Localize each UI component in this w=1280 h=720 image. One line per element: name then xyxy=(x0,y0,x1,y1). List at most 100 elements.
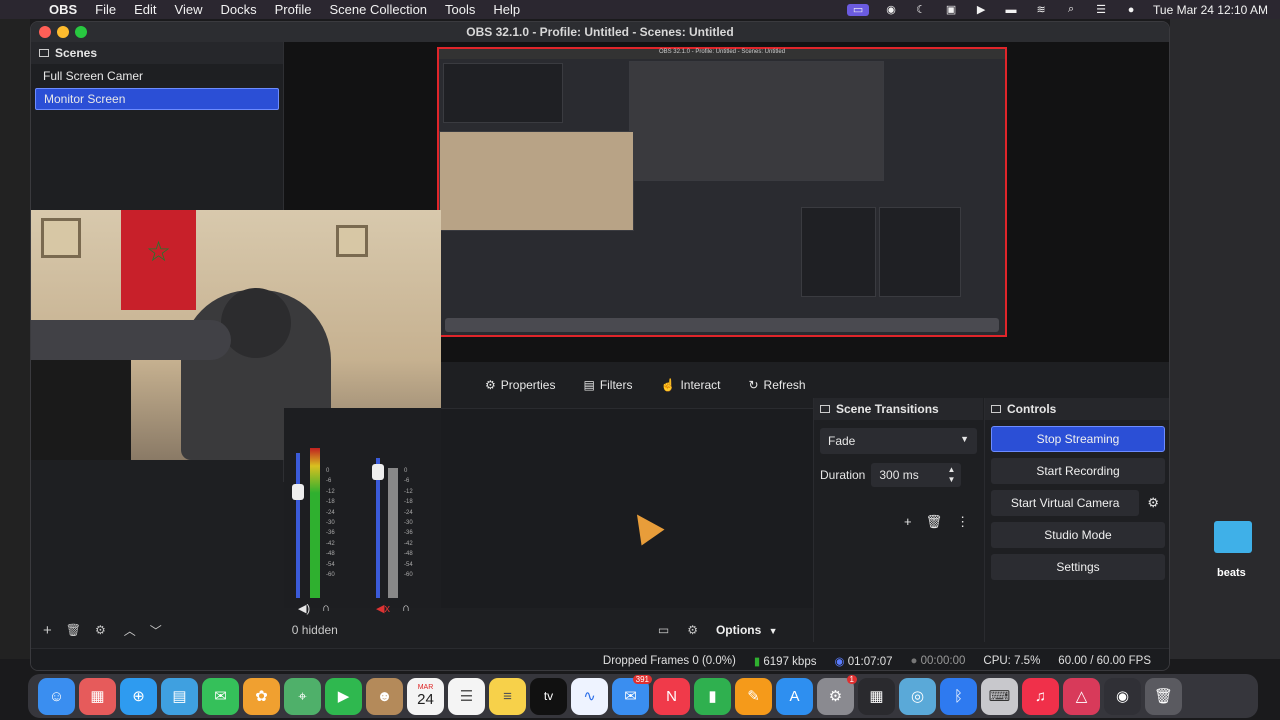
settings-button[interactable]: Settings xyxy=(991,554,1165,580)
user-icon[interactable]: ● xyxy=(1123,4,1139,16)
speaker-icon[interactable]: ◀) xyxy=(298,602,310,615)
audio-settings-icon[interactable]: ⚙ xyxy=(687,623,698,637)
window-icon[interactable]: ▣ xyxy=(943,4,959,16)
scenes-icon xyxy=(39,49,49,57)
chevron-down-icon: ▼ xyxy=(960,434,969,444)
bitrate: 6197 kbps xyxy=(763,655,817,668)
preview-thumb-dock xyxy=(445,318,999,332)
trash-icon[interactable]: 🗑 xyxy=(66,623,81,637)
bluetooth-icon[interactable]: ᛒ xyxy=(940,677,977,715)
numbers-icon[interactable]: ▮ xyxy=(694,677,731,715)
safari-icon[interactable]: ⊕ xyxy=(120,677,157,715)
quicktime-icon[interactable]: ◎ xyxy=(899,677,936,715)
music-icon[interactable]: ♫ xyxy=(1022,677,1059,715)
virtual-camera-settings-icon[interactable]: ⚙ xyxy=(1147,495,1159,511)
menu-tools[interactable]: Tools xyxy=(436,2,484,17)
move-up-icon[interactable]: ︿ xyxy=(124,622,136,639)
scenes-header: Scenes xyxy=(31,42,283,64)
webcam-person-head xyxy=(221,288,291,358)
scale-tick: -6 xyxy=(404,478,410,485)
add-transition-icon[interactable]: + xyxy=(904,514,912,530)
pages-icon[interactable]: ✎ xyxy=(735,677,772,715)
mic-meter-green xyxy=(310,448,320,598)
headphones-icon[interactable]: ∩ xyxy=(322,602,330,614)
muted-speaker-icon[interactable]: ◀x xyxy=(376,602,390,615)
system-settings-icon[interactable]: ⚙ 1 xyxy=(817,674,857,715)
properties-button[interactable]: ⚙ Properties xyxy=(475,372,565,398)
menu-docks[interactable]: Docks xyxy=(211,2,265,17)
mixer-options-button[interactable]: Options ▼ xyxy=(716,623,778,637)
screen-share-icon[interactable]: ▭ xyxy=(847,3,870,16)
menu-file[interactable]: File xyxy=(86,2,125,17)
duration-stepper-icon[interactable]: ▲ ▼ xyxy=(947,465,955,485)
more-options-icon[interactable]: ⋮ xyxy=(956,514,969,530)
start-virtual-camera-button[interactable]: Start Virtual Camera xyxy=(991,490,1140,516)
move-down-icon[interactable]: ﹀ xyxy=(150,622,162,639)
menu-clock[interactable]: Tue Mar 24 12:10 AM xyxy=(1153,3,1268,17)
headphones-icon[interactable]: ∩ xyxy=(402,602,410,614)
news-icon[interactable]: N xyxy=(653,677,690,715)
scale-tick: -18 xyxy=(326,499,335,506)
trash-icon[interactable]: 🗑 xyxy=(926,514,943,530)
trash-can-icon[interactable]: 🗑 xyxy=(1145,677,1182,715)
transition-select[interactable]: Fade ▼ xyxy=(820,428,977,454)
mail-icon[interactable]: ✉ 391 xyxy=(612,674,652,715)
control-center-icon[interactable]: ☰ xyxy=(1093,4,1109,16)
photos-icon[interactable]: ✿ xyxy=(243,677,280,715)
reminders-icon[interactable]: ☰ xyxy=(448,677,485,715)
search-icon[interactable]: ⌕ xyxy=(1063,3,1079,16)
menu-scene-collection[interactable]: Scene Collection xyxy=(320,2,436,17)
gear-icon[interactable]: ⚙ xyxy=(95,623,106,637)
studio-mode-button[interactable]: Studio Mode xyxy=(991,522,1165,548)
maps-icon[interactable]: ⌖ xyxy=(284,677,321,715)
notes-icon[interactable]: ≡ xyxy=(489,677,526,715)
menu-profile[interactable]: Profile xyxy=(266,2,321,17)
mic-volume-slider[interactable] xyxy=(296,453,300,598)
duration-row: Duration 300 ms ▲ ▼ xyxy=(814,462,983,488)
mic-volume-handle[interactable] xyxy=(292,484,304,500)
finder-icon[interactable]: ☺ xyxy=(38,677,75,715)
menu-help[interactable]: Help xyxy=(484,2,529,17)
launchpad-icon[interactable]: ▦ xyxy=(79,677,116,715)
transitions-header: Scene Transitions xyxy=(814,398,983,420)
start-recording-button[interactable]: Start Recording xyxy=(991,458,1165,484)
obs-dock-icon[interactable]: ◉ xyxy=(1104,677,1141,715)
layout-icon[interactable]: ▭ xyxy=(658,623,669,637)
stop-streaming-button[interactable]: Stop Streaming xyxy=(991,426,1165,452)
menu-app-obs[interactable]: OBS xyxy=(40,2,86,17)
interact-button[interactable]: ☝ Interact xyxy=(650,372,730,398)
grid-app-icon[interactable]: ▦ xyxy=(858,677,895,715)
apple-tv-icon[interactable]: tv xyxy=(530,677,567,715)
desktop-volume-handle[interactable] xyxy=(372,464,384,480)
moon-icon[interactable]: ☾ xyxy=(913,4,929,16)
battery-icon[interactable]: ▬ xyxy=(1003,4,1019,16)
menu-view[interactable]: View xyxy=(166,2,212,17)
facetime-icon[interactable]: ▶ xyxy=(325,677,362,715)
duration-input[interactable]: 300 ms ▲ ▼ xyxy=(871,463,962,487)
play-icon[interactable]: ▶ xyxy=(973,4,989,16)
messages-icon[interactable]: ✉ xyxy=(202,677,239,715)
preview-app-icon[interactable]: ▤ xyxy=(161,677,198,715)
contacts-icon[interactable]: ☻ xyxy=(366,677,403,715)
app-store-icon[interactable]: A xyxy=(776,677,813,715)
wifi-icon[interactable]: ≋ xyxy=(1033,4,1049,16)
scene-item-full-screen-camera[interactable]: Full Screen Camer xyxy=(35,65,279,87)
hand-icon: ☝ xyxy=(660,378,676,392)
keyboard-app-icon[interactable]: ⌨ xyxy=(981,677,1018,715)
folder-icon[interactable] xyxy=(1214,521,1252,553)
add-scene-icon[interactable]: + xyxy=(43,622,52,639)
menu-edit[interactable]: Edit xyxy=(125,2,165,17)
filters-button[interactable]: ▤ Filters xyxy=(573,372,642,398)
preview-screen-capture-source[interactable]: OBS 32.1.0 - Profile: Untitled - Scenes:… xyxy=(437,47,1007,337)
scene-item-monitor-screen[interactable]: Monitor Screen xyxy=(35,88,279,110)
stream-time-group: ◉ 01:07:07 xyxy=(834,654,892,668)
refresh-button[interactable]: ↻ Refresh xyxy=(738,372,815,398)
record-icon: ● xyxy=(910,654,918,667)
controls-icon xyxy=(991,405,1001,413)
calendar-icon[interactable]: MAR 24 xyxy=(407,677,444,715)
affinity-icon[interactable]: △ xyxy=(1063,677,1100,715)
freeform-icon[interactable]: ∿ xyxy=(571,677,608,715)
sources-dock[interactable] xyxy=(441,408,813,608)
preview-thumb-scenes xyxy=(443,63,563,123)
obs-status-icon[interactable]: ◉ xyxy=(883,4,899,16)
